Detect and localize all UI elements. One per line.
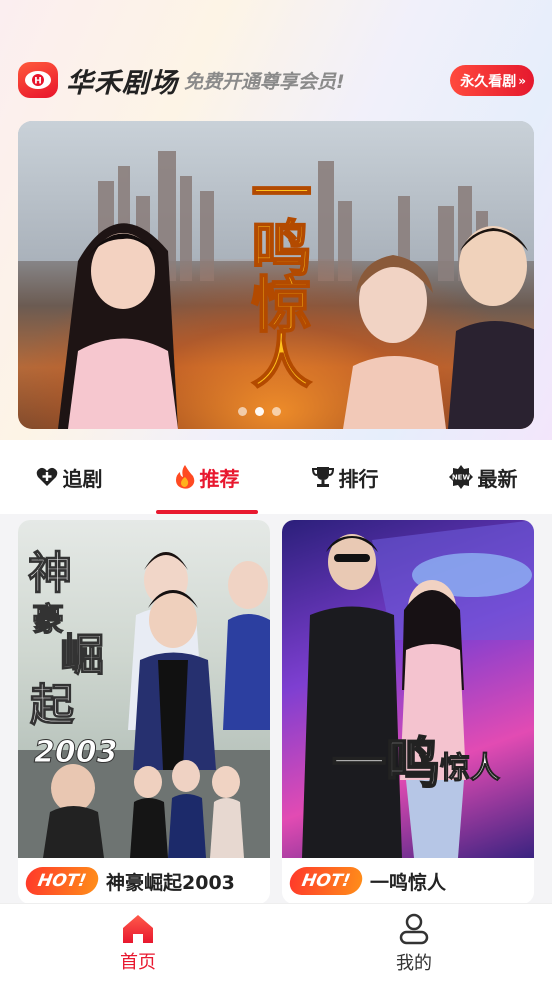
- drama-card[interactable]: 一鸣 惊人 HOT! 一鸣惊人: [282, 520, 534, 904]
- category-tabs: 追剧 推荐 排行 NEW 最新: [0, 440, 552, 514]
- poster-title-main: 一鸣: [332, 732, 440, 795]
- drama-card[interactable]: 神 豪 崛 起 2003 HOT! 神豪崛起2003: [18, 520, 270, 904]
- drama-grid: 神 豪 崛 起 2003 HOT! 神豪崛起2003 一鸣 惊人 HOT! 一鸣…: [18, 520, 534, 904]
- home-icon: [123, 914, 153, 943]
- tab-recommend-label: 推荐: [199, 466, 240, 491]
- person-icon: [399, 913, 429, 944]
- nav-mine[interactable]: 我的: [276, 904, 552, 983]
- drama-poster: 神 豪 崛 起 2003: [18, 520, 270, 858]
- nav-home[interactable]: 首页: [0, 904, 276, 983]
- svg-text:H: H: [34, 77, 42, 87]
- svg-text:起: 起: [30, 680, 75, 731]
- flame-icon: [175, 465, 195, 489]
- tab-ranking-label: 排行: [338, 466, 379, 491]
- forever-watch-label: 永久看剧: [460, 73, 517, 90]
- tab-following[interactable]: 追剧: [0, 440, 138, 514]
- banner-actress-right: [343, 255, 446, 429]
- bottom-navigation: 首页 我的: [0, 903, 552, 983]
- tab-ranking[interactable]: 排行: [276, 440, 414, 514]
- trophy-icon: [311, 466, 334, 488]
- banner-actor-right: [448, 226, 534, 429]
- drama-poster: 一鸣 惊人: [282, 520, 534, 858]
- pagination-dot-active[interactable]: [255, 407, 264, 416]
- poster-year: 2003: [34, 735, 118, 770]
- app-name: 华禾剧场: [66, 67, 178, 99]
- card-footer: HOT! 一鸣惊人: [282, 858, 534, 904]
- poster-art-shenhao: 神 豪 崛 起 2003: [18, 547, 270, 858]
- nav-home-label: 首页: [120, 951, 156, 973]
- banner-actress-left: [58, 223, 178, 429]
- hot-badge: HOT!: [287, 867, 365, 895]
- membership-slogan: 免费开通尊享会员!: [184, 70, 345, 93]
- tab-following-label: 追剧: [62, 466, 103, 491]
- pagination-dot[interactable]: [238, 407, 247, 416]
- svg-text:惊人: 惊人: [440, 751, 500, 786]
- app-header: H 华禾剧场 免费开通尊享会员! 永久看剧 »: [18, 60, 534, 100]
- pagination-dot[interactable]: [272, 407, 281, 416]
- nav-mine-label: 我的: [396, 952, 432, 974]
- svg-text:崛: 崛: [60, 630, 104, 681]
- hot-badge: HOT!: [23, 867, 101, 895]
- poster-title-char: 神: [28, 548, 72, 599]
- forever-watch-button[interactable]: 永久看剧 »: [450, 65, 534, 96]
- drama-title: 一鸣惊人: [370, 871, 447, 894]
- banner-title-art: 一鸣惊人: [240, 160, 312, 386]
- app-logo-icon: H: [18, 62, 58, 98]
- tab-recommend[interactable]: 推荐: [138, 440, 276, 514]
- poster-art-yiming: 一鸣 惊人: [302, 520, 534, 858]
- double-chevron-right-icon: »: [518, 73, 526, 88]
- hero-banner[interactable]: 一鸣惊人: [18, 121, 534, 429]
- tab-newest[interactable]: NEW 最新: [414, 440, 552, 514]
- drama-title: 神豪崛起2003: [106, 871, 235, 894]
- new-badge-icon: NEW: [448, 465, 473, 489]
- banner-pagination: [238, 407, 281, 416]
- card-footer: HOT! 神豪崛起2003: [18, 858, 270, 904]
- plus-heart-icon: [36, 467, 58, 487]
- svg-text:NEW: NEW: [451, 474, 470, 482]
- tab-newest-label: 最新: [477, 466, 518, 491]
